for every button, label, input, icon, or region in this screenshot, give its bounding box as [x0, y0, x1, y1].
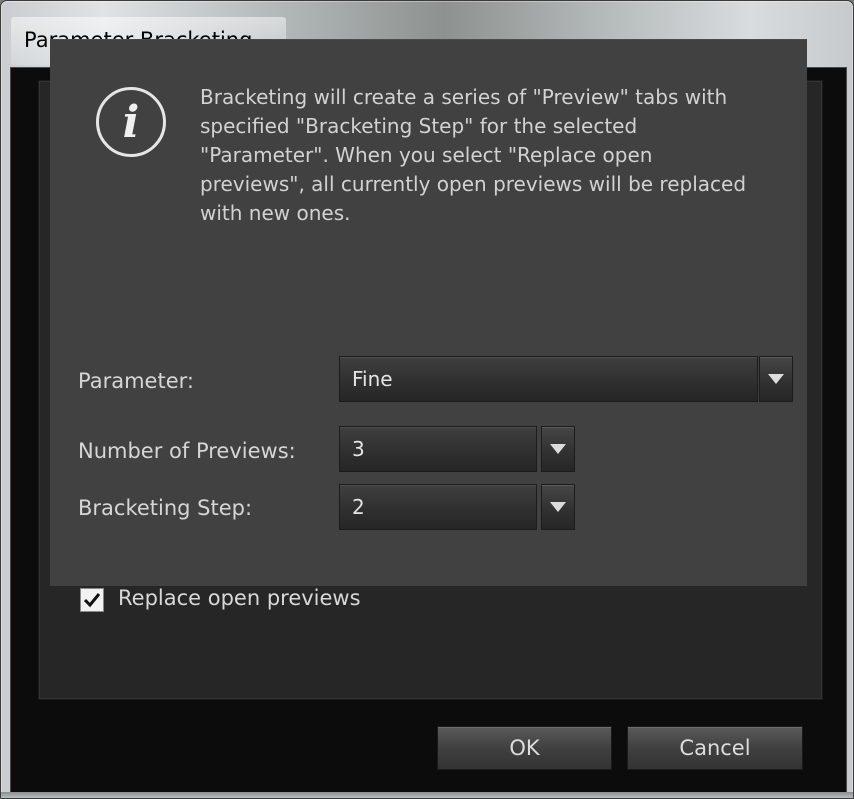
cancel-button-label: Cancel: [679, 736, 751, 760]
window-bottom-border: [1, 792, 853, 798]
ok-button-label: OK: [509, 736, 540, 760]
info-icon-glyph: i: [122, 96, 140, 148]
chevron-down-icon: [768, 374, 784, 384]
bracketing-step-dropdown-value: 2: [352, 495, 365, 519]
ok-button[interactable]: OK: [437, 726, 612, 770]
num-previews-dropdown-button[interactable]: [541, 426, 575, 472]
info-description: Bracketing will create a series of "Prev…: [200, 85, 747, 225]
parameter-dropdown-value: Fine: [352, 367, 393, 391]
bracketing-step-label: Bracketing Step:: [78, 496, 253, 520]
replace-previews-checkbox[interactable]: [80, 588, 104, 612]
replace-previews-label[interactable]: Replace open previews: [118, 586, 361, 610]
dialog-window: Parameter Bracketing i Bracketing will c…: [0, 0, 854, 799]
bracketing-step-dropdown[interactable]: 2: [339, 484, 537, 530]
info-icon: i: [96, 87, 166, 157]
parameter-dropdown[interactable]: Fine: [339, 356, 758, 402]
parameter-label: Parameter:: [78, 369, 194, 393]
num-previews-dropdown[interactable]: 3: [339, 426, 537, 472]
chevron-down-icon: [550, 502, 566, 512]
chevron-down-icon: [550, 444, 566, 454]
cancel-button[interactable]: Cancel: [627, 726, 803, 770]
checkmark-icon: [83, 593, 101, 608]
num-previews-dropdown-value: 3: [352, 437, 365, 461]
parameter-dropdown-button[interactable]: [759, 356, 793, 402]
bracketing-step-dropdown-button[interactable]: [541, 484, 575, 530]
num-previews-label: Number of Previews:: [78, 439, 296, 463]
